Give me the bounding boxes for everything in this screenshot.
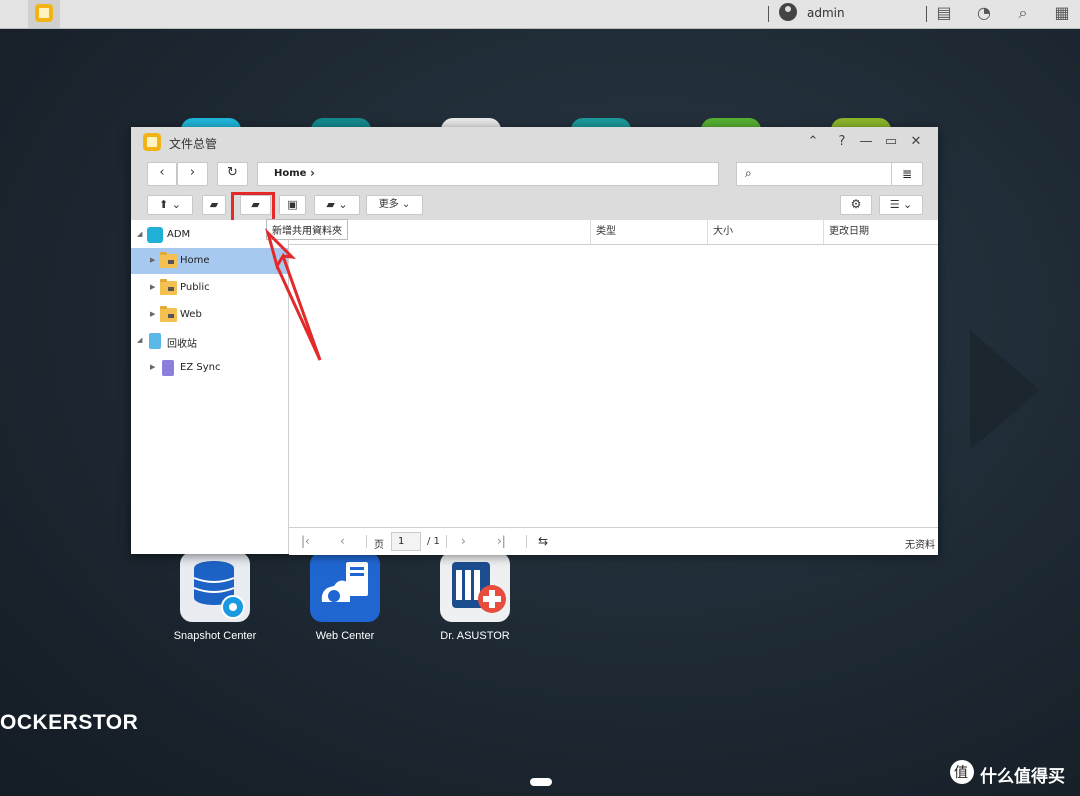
app-label: Snapshot Center [173, 630, 257, 642]
folder-icon [160, 279, 177, 295]
expand-arrow-icon[interactable]: ▶ [150, 363, 155, 371]
pagination-bar: |‹ ‹ 页 1 / 1 › ›| ⇆ 无资料 [289, 527, 938, 555]
refresh-icon[interactable]: ⇆ [538, 534, 548, 548]
tree-label: 回收站 [167, 339, 197, 350]
dr-asustor-icon [440, 552, 510, 622]
page-total: / 1 [427, 536, 440, 547]
folder-icon [160, 306, 177, 322]
refresh-button[interactable]: ↻ [217, 162, 248, 186]
tree-label: Web [180, 309, 202, 320]
column-type[interactable]: 类型 [590, 220, 707, 244]
brand-logo-text: OCKERSTOR [0, 711, 139, 734]
tooltip: 新增共用資料夾 [266, 219, 348, 240]
recycle-bin-icon [149, 333, 161, 349]
tree-label: Public [180, 282, 210, 293]
file-list-header: 类型 大小 更改日期 [289, 220, 938, 245]
folder-tree: ◢ ADM ▶ Home ▶ Public ▶ Web ◢ 回收站 ▶ EZ S… [131, 220, 289, 554]
tree-label: Home [180, 255, 210, 266]
window-title: 文件总管 [169, 137, 218, 151]
first-page-icon[interactable]: |‹ [301, 534, 310, 548]
divider [446, 535, 447, 548]
tree-label: ADM [167, 229, 191, 240]
help-icon[interactable]: ? [834, 134, 850, 150]
upload-button[interactable]: ⬆ ⌄ [147, 195, 193, 215]
background-shape [970, 330, 1040, 450]
message-icon[interactable]: ▤ [934, 3, 954, 23]
tree-root-adm[interactable]: ◢ ADM [131, 222, 288, 248]
taskbar: admin ▤ ◔ ⌕ ▦ [0, 0, 1080, 29]
select-all-button[interactable]: ▣ [279, 195, 306, 215]
mount-menu-button[interactable]: ▰ ⌄ [314, 195, 360, 215]
expand-arrow-icon[interactable]: ▶ [150, 283, 155, 291]
tree-label: EZ Sync [180, 362, 221, 373]
divider [926, 6, 927, 22]
status-text: 无资料 [905, 540, 935, 551]
tree-item-ez-sync[interactable]: ▶ EZ Sync [131, 355, 288, 381]
snapshot-center-app[interactable]: Snapshot Center [174, 552, 256, 642]
app-label: Web Center [315, 630, 375, 642]
file-explorer-icon [143, 133, 161, 151]
view-mode-button[interactable]: ☰ ⌄ [879, 195, 923, 215]
last-page-icon[interactable]: ›| [497, 534, 506, 548]
tree-item-public[interactable]: ▶ Public [131, 275, 288, 301]
more-label: 更多 [378, 199, 399, 210]
search-icon: ⌕ [745, 166, 752, 180]
expand-arrow-icon[interactable]: ▶ [150, 310, 155, 318]
username[interactable]: admin [807, 6, 845, 20]
divider [366, 535, 367, 548]
search-icon[interactable]: ⌕ [1013, 3, 1033, 23]
breadcrumb-home[interactable]: Home [274, 168, 306, 179]
divider [768, 6, 769, 22]
ez-sync-icon [162, 360, 174, 376]
column-size[interactable]: 大小 [707, 220, 823, 244]
tree-item-web[interactable]: ▶ Web [131, 302, 288, 328]
dr-asustor-app[interactable]: Dr. ASUSTOR [439, 552, 511, 642]
watermark-text: 什么值得买 [980, 767, 1065, 787]
close-icon[interactable]: ✕ [908, 134, 924, 150]
page-input[interactable]: 1 [391, 532, 421, 551]
user-avatar-icon[interactable] [779, 3, 797, 21]
tree-item-recycle-bin[interactable]: ◢ 回收站 [131, 328, 288, 354]
file-explorer-taskbar-button[interactable] [28, 0, 60, 28]
next-page-icon[interactable]: › [461, 534, 466, 548]
web-center-app[interactable]: Web Center [309, 552, 381, 642]
more-menu-button[interactable]: 更多 ⌄ [366, 195, 423, 215]
page-label: 页 [374, 540, 384, 551]
snapshot-center-icon [180, 552, 250, 622]
new-folder-button[interactable]: ▰ [202, 195, 226, 215]
search-options-icon[interactable]: ≣ [891, 163, 922, 185]
tree-item-home[interactable]: ▶ Home [131, 248, 288, 274]
address-bar[interactable]: Home › [257, 162, 719, 186]
settings-button[interactable]: ⚙ [840, 195, 872, 215]
search-input[interactable]: ⌕ ≣ [736, 162, 923, 186]
window-header: 文件总管 ⌃ ? — ▭ ✕ ‹ › ↻ Home › ⌕ ≣ ⬆ ⌄ ▰ ▰ … [131, 127, 938, 223]
maximize-icon[interactable]: ▭ [883, 134, 899, 150]
divider [526, 535, 527, 548]
forward-button[interactable]: › [177, 162, 208, 186]
file-explorer-icon [35, 4, 53, 22]
home-indicator [530, 778, 552, 786]
expand-arrow-icon[interactable]: ▶ [150, 256, 155, 264]
app-label: Dr. ASUSTOR [440, 630, 510, 642]
folder-icon [160, 252, 177, 268]
expand-arrow-icon[interactable]: ◢ [137, 230, 142, 238]
minimize-icon[interactable]: — [858, 134, 874, 150]
column-modified[interactable]: 更改日期 [823, 220, 938, 244]
dashboard-icon[interactable]: ◔ [974, 3, 994, 23]
prev-page-icon[interactable]: ‹ [340, 534, 345, 548]
settings-panel-icon[interactable]: ▦ [1052, 3, 1072, 23]
expand-arrow-icon[interactable]: ◢ [137, 336, 142, 344]
nas-icon [147, 227, 163, 243]
back-button[interactable]: ‹ [147, 162, 177, 186]
chevron-right-icon: › [310, 166, 315, 180]
collapse-icon[interactable]: ⌃ [805, 134, 821, 150]
web-center-icon [310, 552, 380, 622]
watermark-logo-icon [950, 760, 974, 784]
file-explorer-window: 文件总管 ⌃ ? — ▭ ✕ ‹ › ↻ Home › ⌕ ≣ ⬆ ⌄ ▰ ▰ … [131, 127, 938, 555]
